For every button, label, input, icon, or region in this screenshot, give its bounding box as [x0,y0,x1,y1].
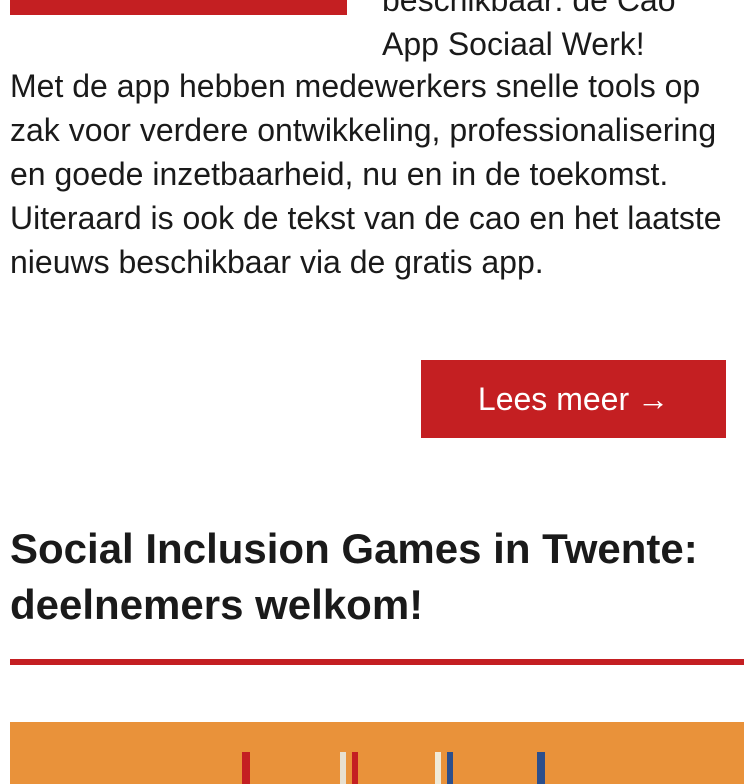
image-detail [537,752,545,784]
arrow-right-icon: → [637,381,670,417]
image-detail [242,752,250,784]
article-title[interactable]: Social Inclusion Games in Twente: deelne… [10,521,730,633]
article-thumbnail[interactable] [10,0,347,15]
image-detail [352,752,358,784]
title-divider [10,659,744,665]
image-detail [435,752,441,784]
article-intro-line: App Sociaal Werk! [382,26,645,62]
article-intro-line: beschikbaar: de Cao [382,0,676,18]
article-image[interactable] [10,722,744,784]
article-intro: beschikbaar: de Cao App Sociaal Werk! [382,0,742,66]
read-more-button[interactable]: Lees meer → [421,360,726,438]
image-detail [447,752,453,784]
image-detail [340,752,346,784]
article-body-text: Met de app hebben medewerkers snelle too… [10,68,722,280]
page: beschikbaar: de Cao App Sociaal Werk! Me… [0,0,744,784]
article-body: Met de app hebben medewerkers snelle too… [10,64,740,284]
read-more-label: Lees meer [477,381,630,417]
